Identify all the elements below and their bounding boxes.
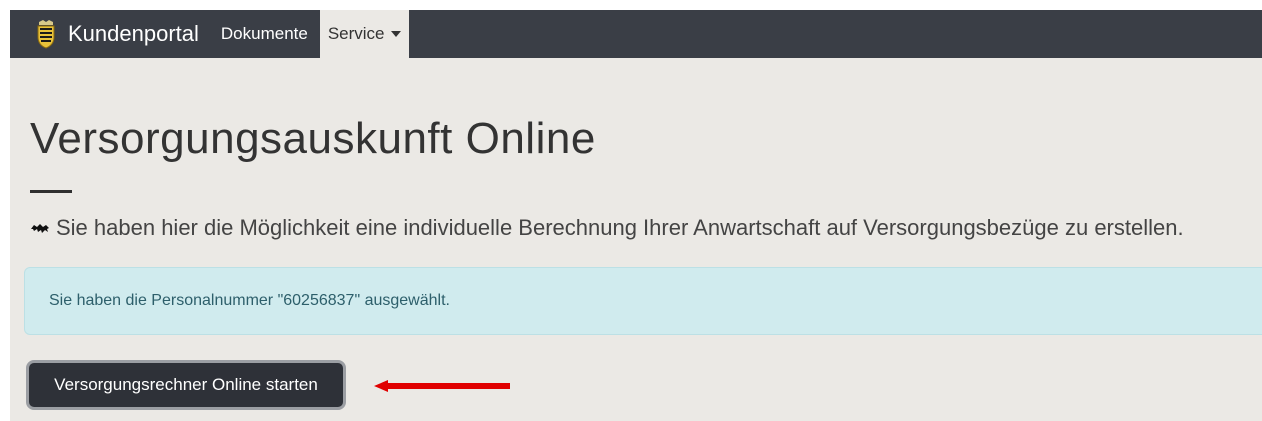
caret-down-icon [390,31,401,37]
brand-label: Kundenportal [68,21,199,46]
info-alert: Sie haben die Personalnummer "60256837" … [24,267,1262,335]
nav-item-service-label: Service [327,24,385,43]
nav-item-dokumente[interactable]: Dokumente [215,10,314,58]
intro-text: Sie haben hier die Möglichkeit eine indi… [56,215,1184,240]
nav-item-service[interactable]: Service [319,10,409,58]
brand-link[interactable]: Kundenportal [10,10,215,58]
red-arrow-icon [374,380,510,392]
coat-of-arms-icon [37,20,55,49]
title-divider [30,190,72,193]
page-frame: Kundenportal Dokumente Service Versorgun… [10,10,1262,421]
top-navbar: Kundenportal Dokumente Service [10,10,1262,58]
lion-icon [31,224,49,233]
intro-paragraph: Sie haben hier die Möglichkeit eine indi… [30,215,1184,241]
start-calculator-button[interactable]: Versorgungsrechner Online starten [26,360,346,410]
page-title: Versorgungsauskunft Online [30,114,596,163]
alert-text: Sie haben die Personalnummer "60256837" … [49,292,450,309]
